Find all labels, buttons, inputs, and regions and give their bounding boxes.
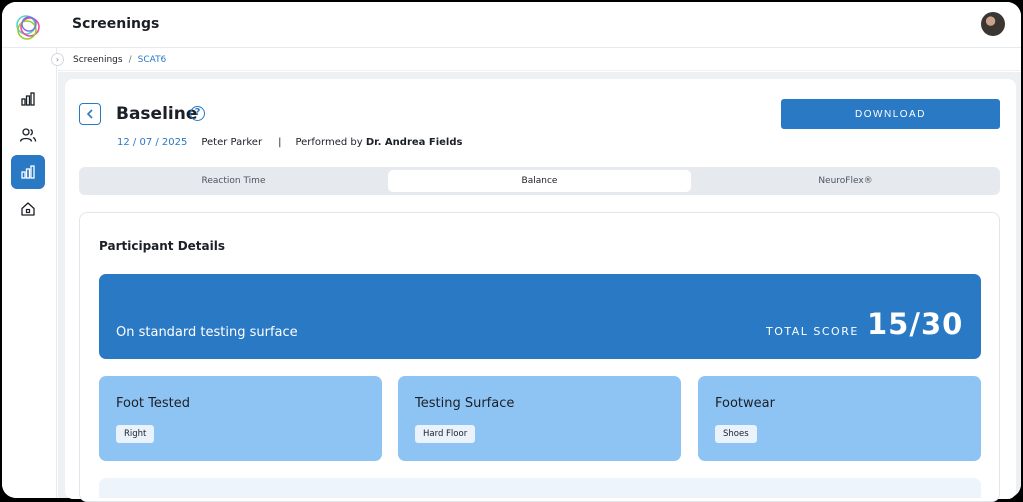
tab-reaction-time[interactable]: Reaction Time bbox=[82, 170, 385, 192]
info-card-value: Shoes bbox=[715, 425, 757, 443]
performed-prefix: Performed by bbox=[295, 137, 363, 148]
tab-neuroflex[interactable]: NeuroFlex® bbox=[694, 170, 997, 192]
sidebar-item-dashboard[interactable] bbox=[11, 82, 45, 116]
total-score-value: 15/30 bbox=[867, 307, 964, 341]
breadcrumb-current[interactable]: SCAT6 bbox=[138, 55, 167, 65]
meta-divider: | bbox=[278, 137, 282, 148]
sidebar-item-home[interactable] bbox=[11, 192, 45, 226]
screening-meta: 12 / 07 / 2025 Peter Parker | Performed by … bbox=[117, 137, 462, 148]
sidebar bbox=[2, 48, 57, 498]
breadcrumb-root-link[interactable]: Screenings bbox=[73, 55, 123, 65]
user-avatar[interactable] bbox=[981, 12, 1005, 36]
app-title: Screenings bbox=[72, 16, 160, 32]
score-banner: On standard testing surface TOTAL SCORE … bbox=[99, 274, 981, 359]
chevron-left-icon bbox=[86, 109, 93, 119]
next-section-strip bbox=[99, 478, 981, 498]
participant-name: Peter Parker bbox=[201, 137, 263, 148]
total-score-label: TOTAL SCORE bbox=[766, 325, 859, 338]
download-button[interactable]: DOWNLOAD bbox=[781, 99, 1000, 129]
info-card-value: Right bbox=[116, 425, 155, 443]
performer-name: Dr. Andrea Fields bbox=[365, 137, 463, 148]
sidebar-item-screenings[interactable] bbox=[11, 155, 45, 189]
section-title: Participant Details bbox=[99, 239, 226, 253]
info-card-title: Testing Surface bbox=[415, 396, 515, 411]
tab-balance[interactable]: Balance bbox=[388, 170, 691, 192]
info-card-title: Foot Tested bbox=[116, 396, 191, 411]
surface-label: On standard testing surface bbox=[116, 325, 298, 340]
help-icon[interactable]: ? bbox=[190, 106, 205, 121]
app-logo-icon[interactable] bbox=[11, 11, 45, 45]
bar-chart-icon bbox=[21, 92, 35, 106]
screening-date: 12 / 07 / 2025 bbox=[117, 137, 188, 148]
info-card-title: Footwear bbox=[715, 396, 775, 411]
top-bar: Screenings bbox=[2, 2, 1021, 48]
info-card-value: Hard Floor bbox=[415, 425, 476, 443]
info-card-footwear: Footwear Shoes bbox=[698, 376, 981, 461]
sidebar-item-participants[interactable] bbox=[11, 118, 45, 152]
back-button[interactable] bbox=[79, 103, 101, 125]
sidebar-toggle-button[interactable]: › bbox=[51, 53, 64, 66]
breadcrumb: Screenings / SCAT6 bbox=[58, 49, 1021, 71]
breadcrumb-separator: / bbox=[128, 55, 132, 65]
test-tabs: Reaction Time Balance NeuroFlex® bbox=[79, 167, 1000, 195]
info-card-foot-tested: Foot Tested Right bbox=[99, 376, 382, 461]
info-card-testing-surface: Testing Surface Hard Floor bbox=[398, 376, 681, 461]
users-icon bbox=[19, 128, 37, 142]
page-title: Baseline bbox=[116, 104, 198, 124]
bar-chart-icon bbox=[21, 165, 35, 179]
home-icon bbox=[21, 202, 35, 216]
